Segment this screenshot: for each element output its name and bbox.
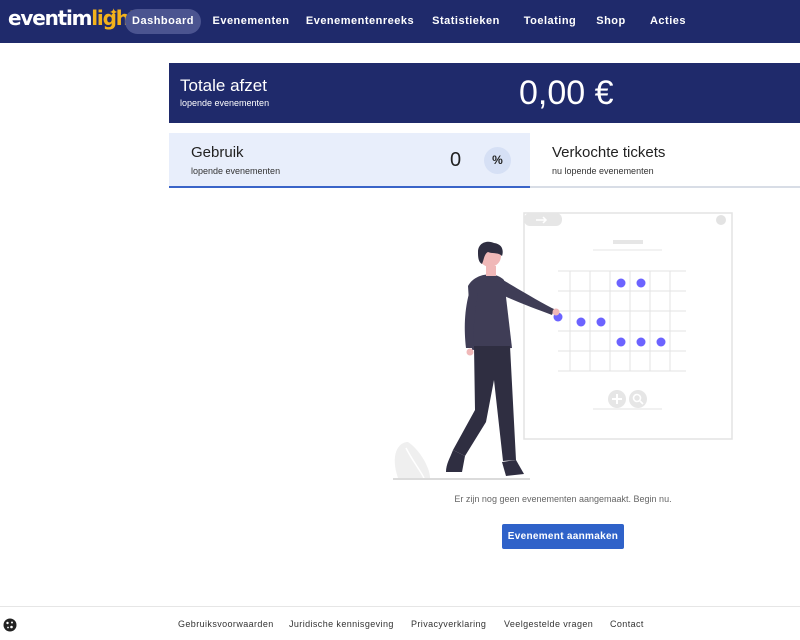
- top-navbar: eventim light ✦ Dashboard Evenementen Eve…: [0, 0, 800, 43]
- usage-count: 0: [450, 149, 462, 171]
- magnifier-icon: [629, 390, 647, 408]
- logo-text-eventim: eventim: [8, 6, 92, 30]
- revenue-amount: 0,00 €: [519, 74, 614, 112]
- nav-statistieken[interactable]: Statistieken: [428, 9, 504, 34]
- total-revenue-banner: Totale afzet lopende evenementen 0,00 €: [169, 63, 800, 123]
- create-event-button[interactable]: Evenement aanmaken: [502, 524, 624, 549]
- nav-acties[interactable]: Acties: [646, 9, 690, 34]
- nav-evenementen[interactable]: Evenementen: [211, 9, 291, 34]
- footer-link-terms[interactable]: Gebruiksvoorwaarden: [178, 619, 274, 629]
- footer-link-faq[interactable]: Veelgestelde vragen: [504, 619, 593, 629]
- empty-state-illustration: [393, 212, 733, 480]
- footer-link-contact[interactable]: Contact: [610, 619, 644, 629]
- usage-card[interactable]: Gebruik lopende evenementen 0 %: [169, 133, 530, 188]
- usage-subtitle: lopende evenementen: [191, 166, 281, 176]
- revenue-title: Totale afzet: [180, 76, 267, 95]
- nav-dashboard[interactable]: Dashboard: [125, 9, 201, 34]
- tickets-subtitle: nu lopende evenementen: [552, 166, 654, 176]
- footer: Gebruiksvoorwaarden Juridische kennisgev…: [0, 606, 800, 640]
- eventimlight-logo[interactable]: eventim light ✦: [8, 6, 138, 36]
- cookie-icon[interactable]: [3, 618, 17, 632]
- empty-state-message: Er zijn nog geen evenementen aangemaakt.…: [454, 494, 672, 504]
- footer-link-privacy[interactable]: Privacyverklaring: [411, 619, 486, 629]
- tickets-title: Verkochte tickets: [552, 144, 666, 161]
- nav-toelating[interactable]: Toelating: [518, 9, 582, 34]
- nav-shop[interactable]: Shop: [593, 9, 629, 34]
- usage-title: Gebruik: [191, 144, 244, 161]
- percent-icon[interactable]: %: [484, 147, 511, 174]
- footer-link-legal[interactable]: Juridische kennisgeving: [289, 619, 394, 629]
- nav-evenementenreeks[interactable]: Evenementenreeks: [305, 9, 415, 34]
- board-dot: [716, 215, 726, 225]
- sold-tickets-card[interactable]: Verkochte tickets nu lopende evenementen: [530, 133, 800, 188]
- star-icon: ✦: [109, 7, 119, 19]
- revenue-subtitle: lopende evenementen: [180, 98, 270, 108]
- board-panel: [523, 212, 733, 440]
